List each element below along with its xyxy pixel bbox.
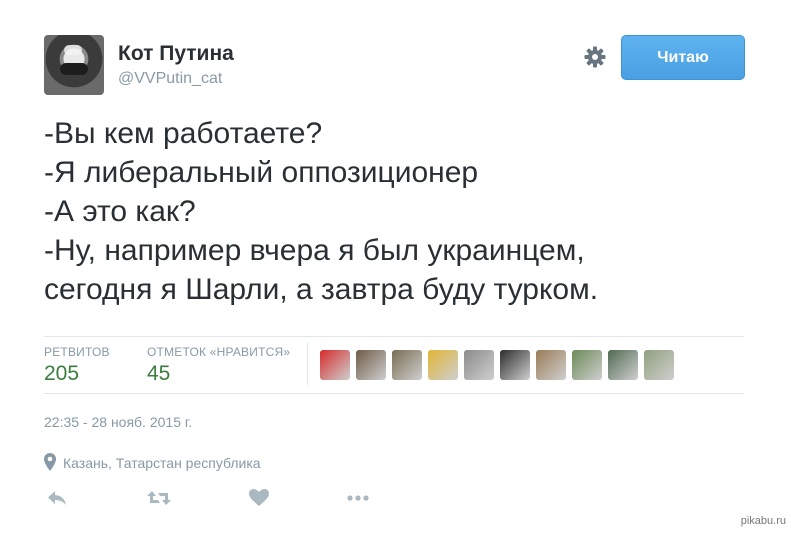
liker-avatar-icon[interactable]: [356, 350, 386, 380]
watermark: pikabu.ru: [740, 515, 786, 527]
retweets-label[interactable]: РЕТВИТОВ: [44, 345, 110, 359]
tweet-timestamp[interactable]: 22:35 - 28 нояб. 2015 г.: [44, 414, 192, 430]
liker-avatar-icon[interactable]: [464, 350, 494, 380]
liker-avatar-icon[interactable]: [608, 350, 638, 380]
tweet-location[interactable]: Казань, Татарстан республика: [63, 455, 261, 471]
retweet-icon[interactable]: [146, 485, 172, 511]
avatar-helmet-shine: [64, 45, 82, 55]
location-pin-icon: [44, 453, 56, 471]
tweet-line: сегодня я Шарли, а завтра буду турком.: [44, 273, 599, 306]
liker-avatar-icon[interactable]: [428, 350, 458, 380]
liker-avatar-icon[interactable]: [392, 350, 422, 380]
tweet-line: -А это как?: [44, 195, 196, 228]
likes-count[interactable]: 45: [147, 362, 170, 386]
gear-icon[interactable]: [583, 45, 607, 69]
follow-button[interactable]: Читаю: [621, 35, 745, 80]
liker-avatar-icon[interactable]: [320, 350, 350, 380]
likes-label[interactable]: ОТМЕТОК «НРАВИТСЯ»: [147, 345, 290, 359]
author-handle[interactable]: @VVPutin_cat: [118, 70, 222, 88]
liker-avatar-icon[interactable]: [572, 350, 602, 380]
tweet-line: -Ну, например вчера я был украинцем,: [44, 234, 585, 267]
divider: [44, 393, 744, 394]
reply-icon[interactable]: [46, 485, 68, 511]
retweets-count[interactable]: 205: [44, 362, 79, 386]
tweet-text: -Вы кем работаете? -Я либеральный оппози…: [44, 114, 744, 309]
liker-avatar-icon[interactable]: [500, 350, 530, 380]
liker-avatar-icon[interactable]: [644, 350, 674, 380]
stats-separator: [307, 343, 308, 385]
likers-avatars: [320, 350, 674, 380]
avatar-visor: [60, 63, 88, 75]
profile-avatar[interactable]: [44, 35, 104, 95]
divider: [44, 336, 744, 337]
tweet-line: -Вы кем работаете?: [44, 117, 323, 150]
like-icon[interactable]: [248, 485, 270, 511]
more-icon[interactable]: [345, 485, 371, 511]
tweet-line: -Я либеральный оппозиционер: [44, 156, 479, 189]
author-name[interactable]: Кот Путина: [118, 42, 234, 66]
liker-avatar-icon[interactable]: [536, 350, 566, 380]
